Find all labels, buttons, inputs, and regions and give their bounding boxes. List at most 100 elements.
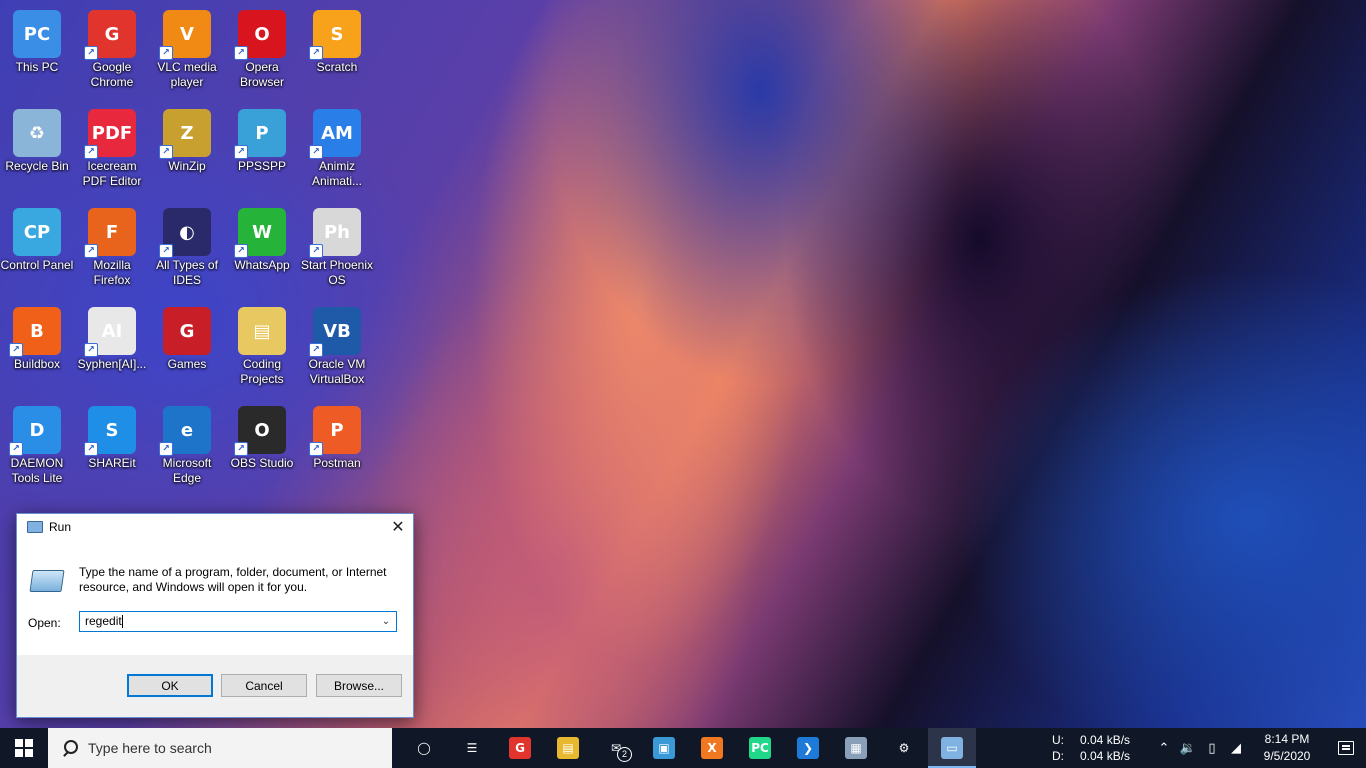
chevron-up-icon[interactable]: ⌃ [1152,728,1176,768]
taskbar-settings[interactable]: ⚙ [880,728,928,768]
run-description: Type the name of a program, folder, docu… [79,565,387,594]
desktop-icon-icecream-pdf-editor[interactable]: PDF ↗ Icecream PDF Editor [75,101,149,197]
desktop-icon-microsoft-edge[interactable]: e ↗ Microsoft Edge [150,398,224,494]
desktop-icon-games[interactable]: G Games [150,299,224,395]
run-titlebar[interactable]: Run ✕ [17,514,413,540]
taskbar-app[interactable]: ▣ [640,728,688,768]
desktop-icon-mozilla-firefox[interactable]: F ↗ Mozilla Firefox [75,200,149,296]
clock-time: 8:14 PM [1264,732,1310,746]
this-pc-glyph: PC [23,23,51,45]
coding-projects-icon: ▤ [238,307,286,355]
desktop-icon-syphen-ai[interactable]: AI ↗ Syphen[AI]... [75,299,149,395]
close-icon[interactable]: ✕ [383,514,413,540]
start-phoenix-os-icon: Ph ↗ [309,208,361,258]
taskbar-file-explorer[interactable]: ▤ [544,728,592,768]
desktop-icon-control-panel[interactable]: CP Control Panel [0,200,74,296]
desktop-icon-coding-projects[interactable]: ▤ Coding Projects [225,299,299,395]
taskbar-file-explorer-icon: ▤ [557,737,579,759]
microsoft-edge-icon: e ↗ [159,406,211,456]
recycle-bin-glyph: ♻ [28,122,46,144]
desktop-icon-oracle-vm-virtualbox[interactable]: VB ↗ Oracle VM VirtualBox [300,299,374,395]
desktop-icon-label: Postman [313,456,361,470]
syphen-ai-glyph: AI [101,320,123,342]
shortcut-arrow-icon: ↗ [84,244,98,258]
taskbar-xampp[interactable]: X [688,728,736,768]
cancel-button[interactable]: Cancel [221,674,307,697]
desktop-icon-buildbox[interactable]: B ↗ Buildbox [0,299,74,395]
run-title: Run [49,520,72,534]
taskbar-chrome[interactable]: G [496,728,544,768]
opera-browser-icon: O ↗ [234,10,286,60]
desktop-icon-shareit[interactable]: S ↗ SHAREit [75,398,149,494]
cortana-icon: ◯ [417,741,431,755]
shortcut-arrow-icon: ↗ [159,145,173,159]
whatsapp-glyph: W [252,221,272,243]
shortcut-arrow-icon: ↗ [309,343,323,357]
task-view-button[interactable]: ☰ [448,728,496,768]
shortcut-arrow-icon: ↗ [309,442,323,456]
buildbox-glyph: B [30,320,44,342]
desktop-icon-winzip[interactable]: Z ↗ WinZip [150,101,224,197]
shortcut-arrow-icon: ↗ [309,46,323,60]
desktop-icon-postman[interactable]: P ↗ Postman [300,398,374,494]
desktop-icon-opera-browser[interactable]: O ↗ Opera Browser [225,2,299,98]
volume-icon[interactable]: 🔉 [1176,728,1200,768]
ok-button[interactable]: OK [127,674,213,697]
desktop-icon-label: Syphen[AI]... [77,357,147,371]
ppsspp-glyph: P [255,122,269,144]
daemon-tools-lite-glyph: D [29,419,45,441]
taskbar: Type here to search ◯ ☰ G ▤ ✉ 2 ▣ X PC ❯ ▦ ⚙ ▭ U: 0.… [0,728,1366,768]
task-view-icon: ☰ [466,741,478,755]
coding-projects-glyph: ▤ [253,320,271,342]
search-box[interactable]: Type here to search [48,728,392,768]
desktop-icon-label: PPSSPP [237,159,287,173]
start-button[interactable] [0,728,48,768]
desktop-icon-whatsapp[interactable]: W ↗ WhatsApp [225,200,299,296]
desktop-icon-animiz-animati[interactable]: AM ↗ Animiz Animati... [300,101,374,197]
desktop-icon-label: Animiz Animati... [311,159,362,188]
daemon-tools-lite-icon: D ↗ [9,406,61,456]
shortcut-arrow-icon: ↗ [309,244,323,258]
desktop-icon-google-chrome[interactable]: G ↗ Google Chrome [75,2,149,98]
desktop-icon-daemon-tools-lite[interactable]: D ↗ DAEMON Tools Lite [0,398,74,494]
notification-icon[interactable] [1326,728,1366,768]
shortcut-arrow-icon: ↗ [309,145,323,159]
desktop-icon-label: Start Phoenix OS [300,258,374,287]
taskbar-app-2[interactable]: ▦ [832,728,880,768]
desktop-icon-obs-studio[interactable]: O ↗ OBS Studio [225,398,299,494]
taskbar-apps: ◯ ☰ G ▤ ✉ 2 ▣ X PC ❯ ▦ ⚙ ▭ [400,728,976,768]
desktop-icon-start-phoenix-os[interactable]: Ph ↗ Start Phoenix OS [300,200,374,296]
open-input[interactable]: regedit ⌄ [79,611,397,632]
desktop-icon-label: Opera Browser [239,60,284,89]
desktop-icon-vlc-media-player[interactable]: V ↗ VLC media player [150,2,224,98]
oracle-vm-virtualbox-icon: VB ↗ [309,307,361,357]
taskbar-mail[interactable]: ✉ 2 [592,728,640,768]
desktop-icon-scratch[interactable]: S ↗ Scratch [300,2,374,98]
chevron-down-icon[interactable]: ⌄ [379,612,393,631]
buildbox-icon: B ↗ [9,307,61,357]
shortcut-arrow-icon: ↗ [234,46,248,60]
taskbar-vscode[interactable]: ❯ [784,728,832,768]
desktop-icon-all-types-of-ides[interactable]: ◐ ↗ All Types of IDES [150,200,224,296]
icecream-pdf-editor-glyph: PDF [91,122,133,144]
battery-icon[interactable]: ▯ [1200,728,1224,768]
desktop-icon-ppsspp[interactable]: P ↗ PPSSPP [225,101,299,197]
taskbar-app-icon: ▣ [653,737,675,759]
browse-button[interactable]: Browse... [316,674,402,697]
taskbar-run[interactable]: ▭ [928,728,976,768]
clock[interactable]: 8:14 PM 9/5/2020 [1252,731,1322,765]
system-tray: U: 0.04 kB/s D: 0.04 kB/s ⌃ 🔉 ▯ ◢ 8:14 P… [1052,728,1366,768]
wifi-icon[interactable]: ◢ [1224,728,1248,768]
this-pc-icon: PC [13,10,61,58]
desktop-icon-this-pc[interactable]: PC This PC [0,2,74,98]
desktop-icon-label: All Types of IDES [156,258,218,287]
run-body: Type the name of a program, folder, docu… [17,540,413,655]
clock-date: 9/5/2020 [1263,749,1311,763]
vlc-media-player-icon: V ↗ [159,10,211,60]
mozilla-firefox-glyph: F [105,221,119,243]
recycle-bin-icon: ♻ [13,109,61,157]
animiz-animati-icon: AM ↗ [309,109,361,159]
cortana-button[interactable]: ◯ [400,728,448,768]
taskbar-pycharm[interactable]: PC [736,728,784,768]
desktop-icon-recycle-bin[interactable]: ♻ Recycle Bin [0,101,74,197]
